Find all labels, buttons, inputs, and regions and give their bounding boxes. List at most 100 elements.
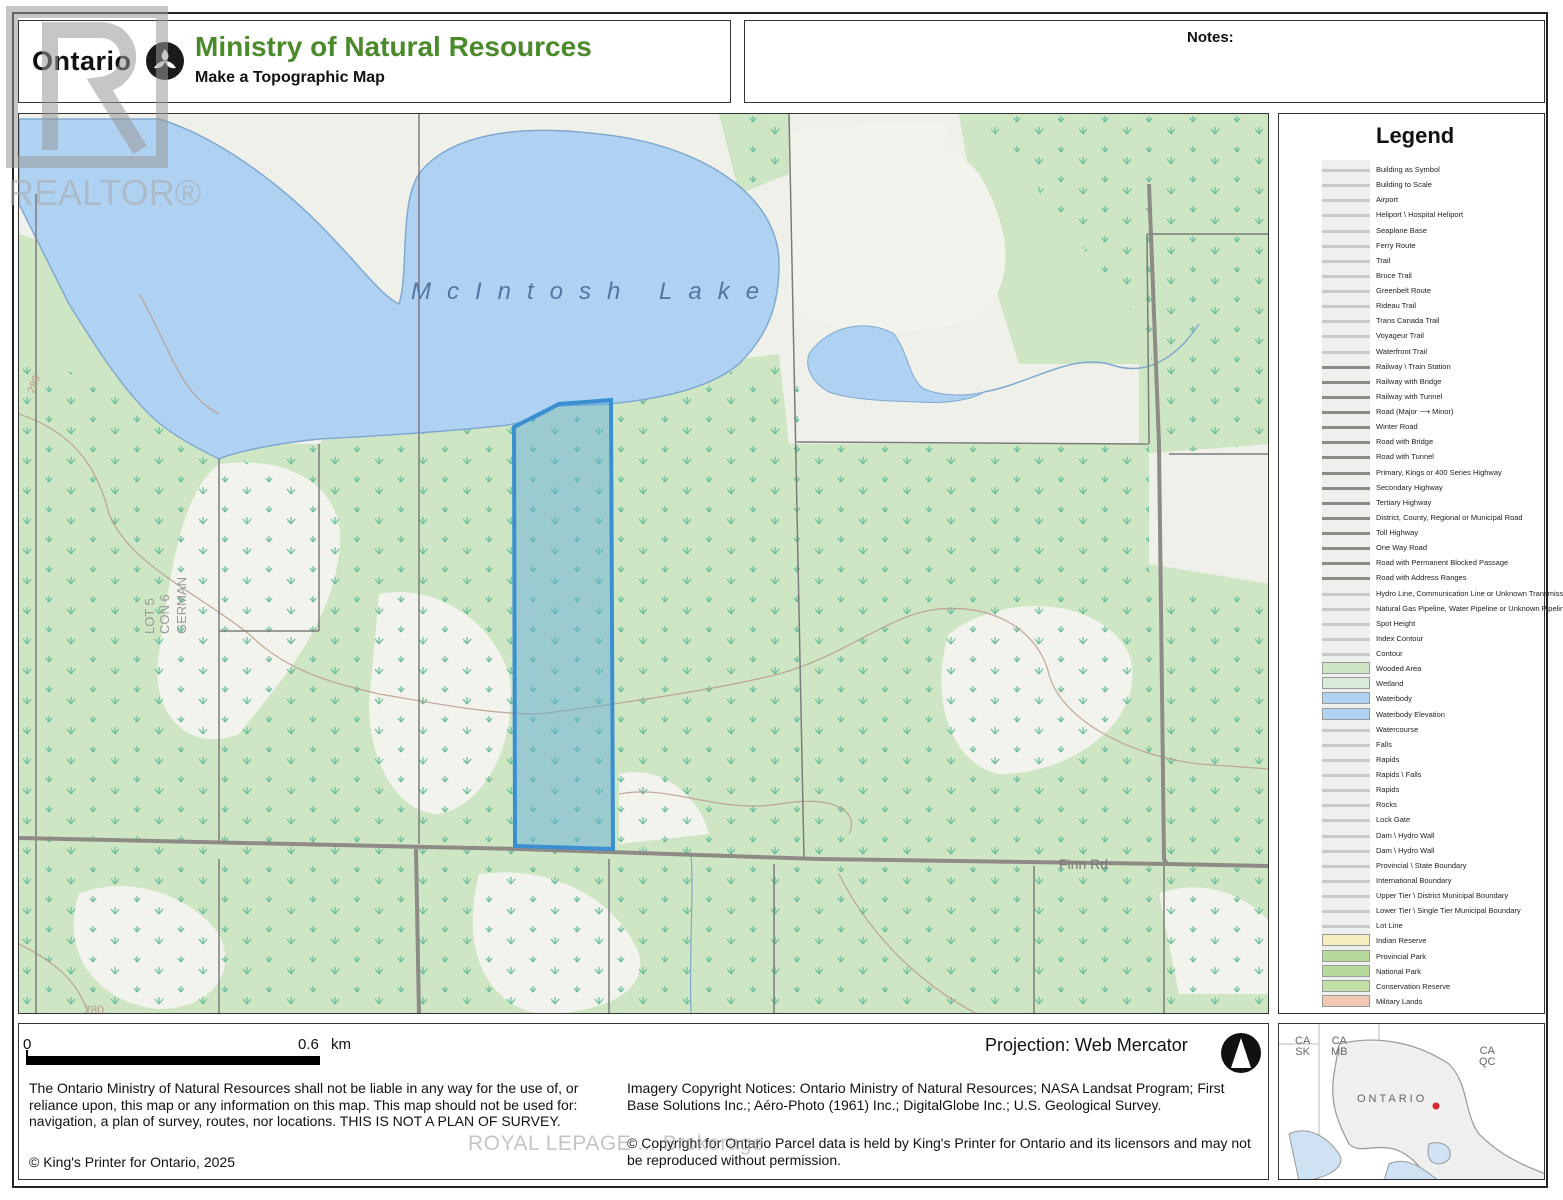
subject-parcel[interactable] xyxy=(511,397,616,852)
legend-item: Rideau Trail xyxy=(1376,301,1417,310)
topographic-map-canvas[interactable]: McIntosh Lake Finn Rd LOT 5 CON 6 GERMAN… xyxy=(19,114,1269,1014)
legend-symbol xyxy=(1322,965,1370,977)
legend-item: Hydro Line, Communication Line or Unknow… xyxy=(1376,589,1563,598)
legend-item: One Way Road xyxy=(1376,543,1427,552)
legend-symbol xyxy=(1322,925,1370,928)
ontario-wordmark: Ontario xyxy=(32,46,132,76)
legend-item: Provincial \ State Boundary xyxy=(1376,861,1467,870)
legend-item: National Park xyxy=(1376,967,1422,976)
legend-item: Voyageur Trail xyxy=(1376,331,1424,340)
legend-symbol xyxy=(1322,804,1370,807)
legend-symbol xyxy=(1322,819,1370,822)
legend-symbol xyxy=(1322,214,1370,217)
projection-label: Projection: Web Mercator xyxy=(985,1035,1188,1055)
kings-printer-copyright: © King's Printer for Ontario, 2025 xyxy=(29,1154,235,1170)
inset-label-mb: CA MB xyxy=(1331,1035,1348,1058)
legend-symbol xyxy=(1322,169,1370,172)
legend-item: Rapids \ Falls xyxy=(1376,770,1422,779)
inset-label-sk: CA SK xyxy=(1295,1035,1311,1058)
legend-item: Waterbody xyxy=(1376,694,1412,703)
legend-symbol xyxy=(1322,351,1370,354)
imagery-copyright: Imagery Copyright Notices: Ontario Minis… xyxy=(627,1080,1225,1113)
legend-symbol xyxy=(1322,708,1370,720)
legend-symbol xyxy=(1322,411,1370,414)
legend-item: Contour xyxy=(1376,649,1403,658)
legend-item: Building to Scale xyxy=(1376,180,1432,189)
inset-label-qc: CA QC xyxy=(1479,1045,1496,1068)
legend-symbol xyxy=(1322,850,1370,853)
legend-symbol xyxy=(1322,692,1370,704)
legend-item: Conservation Reserve xyxy=(1376,982,1451,991)
legend-item: Upper Tier \ District Municipal Boundary xyxy=(1376,891,1509,900)
legend-item: Military Lands xyxy=(1376,997,1423,1006)
legend-item: Rapids xyxy=(1376,785,1400,794)
legend-symbol xyxy=(1322,305,1370,308)
legend-item: Provincial Park xyxy=(1376,952,1427,961)
notes-panel[interactable] xyxy=(744,20,1545,103)
lot-label-con: CON 6 xyxy=(157,594,172,634)
legend-item: Spot Height xyxy=(1376,619,1416,628)
legend-symbol xyxy=(1322,199,1370,202)
legend-item: Wetland xyxy=(1376,679,1404,688)
legend-symbol xyxy=(1322,835,1370,838)
legend-symbol xyxy=(1322,880,1370,883)
legend-item: Dam \ Hydro Wall xyxy=(1376,846,1435,855)
legend-symbol xyxy=(1322,995,1370,1007)
legend-symbol xyxy=(1322,562,1370,565)
legend-item: Index Contour xyxy=(1376,634,1424,643)
north-arrow-icon xyxy=(1221,1033,1261,1073)
legend-item: Trail xyxy=(1376,256,1391,265)
legend-item: Lock Gate xyxy=(1376,815,1411,824)
location-marker xyxy=(1432,1102,1440,1110)
scale-unit: km xyxy=(331,1036,351,1053)
legend-item: Falls xyxy=(1376,740,1392,749)
legend-item: Road (Major ⟶ Minor) xyxy=(1376,407,1454,416)
legend-item: Bruce Trail xyxy=(1376,271,1412,280)
scale-end: 0.6 xyxy=(298,1036,319,1053)
legend-item: Railway \ Train Station xyxy=(1376,362,1451,371)
legend-item: Natural Gas Pipeline, Water Pipeline or … xyxy=(1376,604,1563,613)
legend-symbol xyxy=(1322,759,1370,762)
legend-item: Lower Tier \ Single Tier Municipal Bound… xyxy=(1376,906,1521,915)
legend-symbol xyxy=(1322,290,1370,293)
legend-item: Toll Highway xyxy=(1376,528,1419,537)
legend-symbol xyxy=(1322,623,1370,626)
legend-symbol xyxy=(1322,320,1370,323)
legend-item: Waterfront Trail xyxy=(1376,347,1427,356)
legend-symbol xyxy=(1322,577,1370,580)
legend-item: Dam \ Hydro Wall xyxy=(1376,831,1435,840)
legend-symbol xyxy=(1322,260,1370,263)
legend-item: Road with Bridge xyxy=(1376,437,1434,446)
lot-label-twp: GERMAN xyxy=(174,577,189,634)
legend-symbol xyxy=(1322,366,1370,369)
legend-item: Rocks xyxy=(1376,800,1397,809)
legend-item: Wooded Area xyxy=(1376,664,1422,673)
legend-symbol xyxy=(1322,789,1370,792)
legend-item: Primary, Kings or 400 Series Highway xyxy=(1376,468,1502,477)
legend-symbol xyxy=(1322,934,1370,946)
legend-item: Watercourse xyxy=(1376,725,1419,734)
legend-item: Greenbelt Route xyxy=(1376,286,1432,295)
legend-item: Road with Permanent Blocked Passage xyxy=(1376,558,1509,567)
legend-item: Secondary Highway xyxy=(1376,483,1443,492)
legend-symbol xyxy=(1322,910,1370,913)
legend-symbol xyxy=(1322,275,1370,278)
legend-symbol xyxy=(1322,865,1370,868)
scale-bar xyxy=(26,1056,320,1065)
legend-item: Airport xyxy=(1376,195,1399,204)
legend-symbol xyxy=(1322,184,1370,187)
legend-title: Legend xyxy=(1376,123,1455,148)
map-view[interactable]: McIntosh Lake Finn Rd LOT 5 CON 6 GERMAN… xyxy=(18,113,1269,1014)
legend-item: Winter Road xyxy=(1376,422,1418,431)
legend-symbol xyxy=(1322,593,1370,596)
legend-symbol xyxy=(1322,230,1370,233)
legend-symbol xyxy=(1322,638,1370,641)
overview-inset-map[interactable]: CA SK CA MB CA QC ONTARIO xyxy=(1278,1023,1545,1180)
road-label: Finn Rd xyxy=(1059,856,1108,872)
legend-symbol xyxy=(1322,774,1370,777)
legend-symbol xyxy=(1322,487,1370,490)
legend-item: Railway with Bridge xyxy=(1376,377,1442,386)
legend-symbol xyxy=(1322,662,1370,674)
legend-symbol xyxy=(1322,502,1370,505)
legend-item: Indian Reserve xyxy=(1376,936,1427,945)
